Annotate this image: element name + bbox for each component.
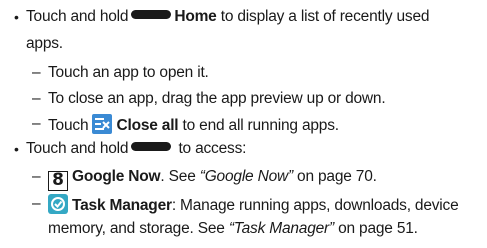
home-key-icon xyxy=(131,10,172,19)
bullet-text: Touch and hold xyxy=(26,140,129,157)
bullet-text: to display a list of recently used xyxy=(216,8,430,25)
dash-marker: – xyxy=(32,90,41,107)
bullet-item-home: • Touch and hold Home to display a list o… xyxy=(14,7,484,27)
sub-item-text: To close an app, drag the app preview up… xyxy=(48,90,386,107)
bullet-text: Touch and hold xyxy=(26,8,129,25)
sub-item-continuation: memory, and storage. See “Task Manager” … xyxy=(48,219,418,239)
sub-item-text: Touch xyxy=(48,117,93,134)
close-all-icon xyxy=(92,114,113,134)
google-now-label: Google Now xyxy=(72,168,161,185)
task-manager-label: Task Manager xyxy=(72,197,172,214)
google-now-icon: 8 xyxy=(48,171,68,191)
cross-reference: “Task Manager” xyxy=(228,220,334,237)
dash-marker: – xyxy=(32,168,41,185)
bullet-text: to access: xyxy=(174,140,247,157)
close-all-label: Close all xyxy=(116,117,179,134)
sub-item-text: . See xyxy=(160,168,200,185)
home-key-label: Home xyxy=(174,8,217,25)
sub-item-text: : Manage running apps, downloads, device xyxy=(171,197,459,214)
bullet-item-hold: • Touch and hold to access: xyxy=(14,139,484,159)
bullet-marker: • xyxy=(14,141,19,157)
sub-item-text: to end all running apps. xyxy=(178,117,340,134)
sub-item-text: on page 51. xyxy=(333,220,418,237)
sub-item-text: Touch an app to open it. xyxy=(48,64,209,81)
dash-marker: – xyxy=(32,115,41,132)
task-manager-icon xyxy=(48,194,68,214)
dash-marker: – xyxy=(32,195,41,212)
dash-marker: – xyxy=(32,64,41,81)
bullet-marker: • xyxy=(14,9,19,25)
home-key-icon xyxy=(131,142,172,151)
cross-reference: “Google Now” xyxy=(199,168,293,185)
sub-item-text: on page 70. xyxy=(292,168,377,185)
bullet-continuation: apps. xyxy=(26,35,63,52)
sub-item-text: memory, and storage. See xyxy=(48,220,229,237)
